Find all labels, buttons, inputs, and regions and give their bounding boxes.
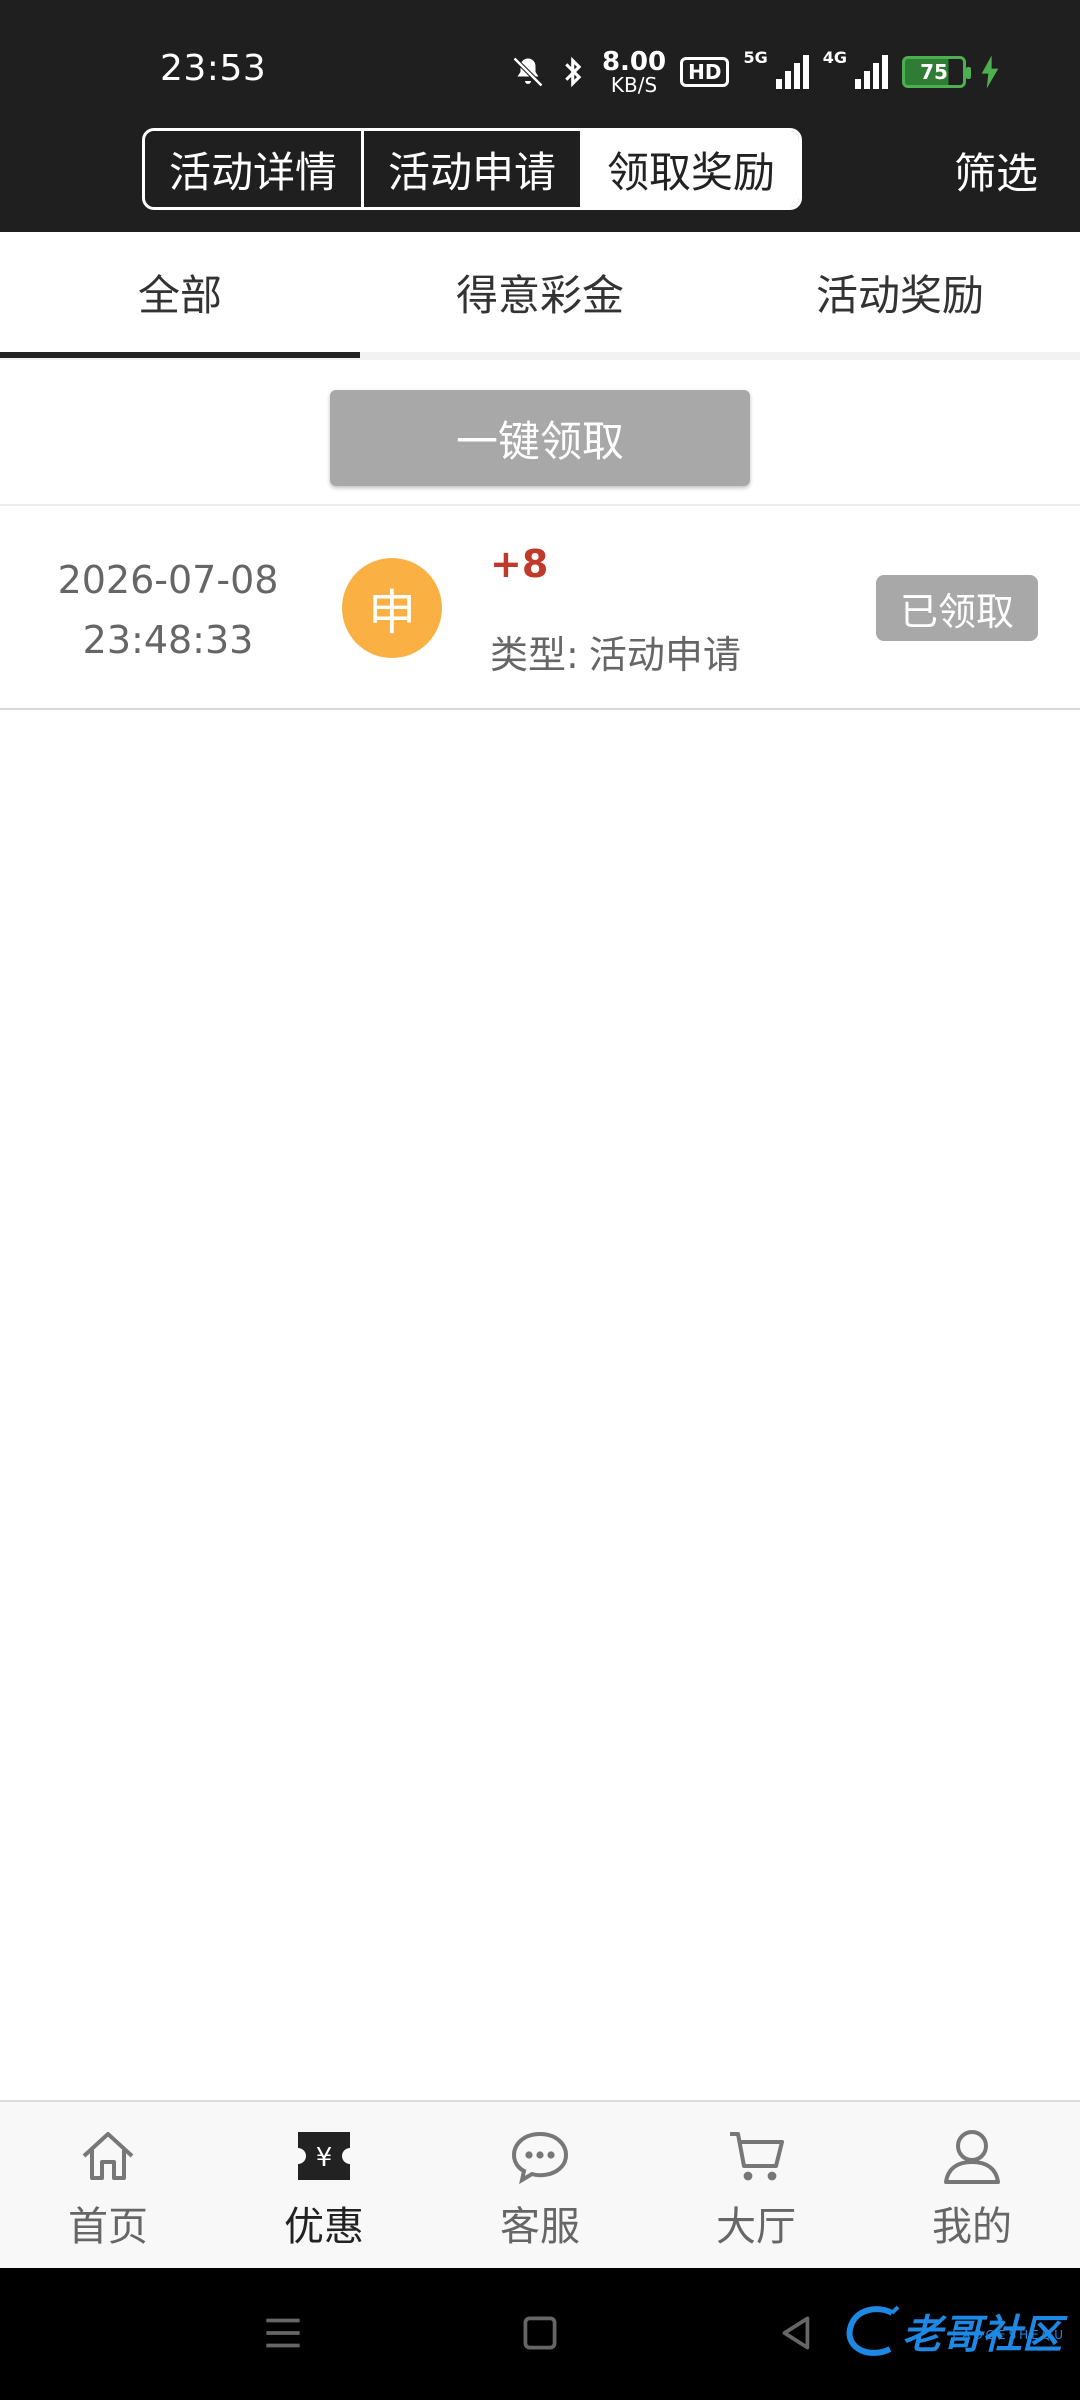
record-amount: +8	[490, 542, 549, 586]
record-type-value: 活动申请	[588, 633, 741, 677]
record-date: 2026-07-08	[57, 558, 279, 602]
coupon-icon: ¥	[298, 2132, 350, 2180]
status-bar: 23:53 8.00 KB/S HD 5G 4G 75	[0, 0, 1080, 120]
charging-icon	[981, 55, 999, 89]
claim-all-button[interactable]: 一键领取	[330, 390, 750, 486]
home-square-icon[interactable]	[515, 2308, 565, 2358]
chat-icon	[511, 2131, 569, 2185]
tab-bonus[interactable]: 得意彩金	[360, 232, 720, 352]
bottom-tab-bar: 首页 ¥ 优惠 客服 大厅 我的	[0, 2100, 1080, 2268]
tab-activity-rewards[interactable]: 活动奖励	[720, 232, 1080, 352]
svg-text:¥: ¥	[316, 2143, 333, 2173]
network-speed: 8.00 KB/S	[601, 47, 667, 97]
tab-lobby[interactable]: 大厅	[648, 2102, 864, 2268]
tab-home-label: 首页	[68, 2204, 148, 2250]
tab-profile[interactable]: 我的	[864, 2102, 1080, 2268]
filter-button[interactable]: 筛选	[954, 140, 1038, 201]
bluetooth-icon	[565, 56, 582, 88]
record-type-label: 类型:	[490, 633, 579, 677]
battery-indicator: 75	[902, 56, 971, 88]
segment-claim-rewards[interactable]: 领取奖励	[583, 131, 799, 207]
tab-promotions[interactable]: ¥ 优惠	[216, 2102, 432, 2268]
record-datetime: 2026-07-08 23:48:33	[40, 550, 296, 670]
hd-indicator: HD	[680, 57, 730, 87]
home-icon	[82, 2132, 134, 2180]
sub-tabs: 全部 得意彩金 活动奖励	[0, 232, 1080, 360]
record-type: 类型: 活动申请	[490, 624, 741, 679]
status-time: 23:53	[160, 48, 267, 89]
tab-profile-label: 我的	[932, 2204, 1012, 2250]
record-time: 23:48:33	[82, 618, 254, 662]
segment-control: 活动详情 活动申请 领取奖励	[142, 128, 802, 210]
network-4g: 4G	[822, 48, 847, 67]
signal-bars-1	[775, 55, 809, 89]
status-icons: 8.00 KB/S HD 5G 4G 75	[510, 48, 1000, 96]
top-header: 23:53 8.00 KB/S HD 5G 4G 75 活动详情 活动申请 领取…	[0, 0, 1080, 232]
tab-all[interactable]: 全部	[0, 232, 360, 358]
watermark-subtext: LAOGESHEQU	[952, 2328, 1066, 2342]
tab-service[interactable]: 客服	[432, 2102, 648, 2268]
mute-bell-icon	[512, 56, 544, 88]
tab-service-label: 客服	[500, 2204, 580, 2250]
network-5g: 5G	[743, 48, 768, 67]
claimed-status-button[interactable]: 已领取	[876, 575, 1038, 641]
record-type-badge: 申	[342, 558, 442, 658]
segment-activity-apply[interactable]: 活动申请	[364, 131, 583, 207]
user-icon	[944, 2130, 1000, 2184]
list-item: 2026-07-08 23:48:33 申 +8 类型: 活动申请 已领取	[0, 506, 1080, 710]
cart-icon	[730, 2132, 784, 2181]
segment-activity-details[interactable]: 活动详情	[145, 131, 364, 207]
signal-bars-2	[855, 55, 888, 89]
tab-home[interactable]: 首页	[0, 2102, 216, 2268]
tab-lobby-label: 大厅	[716, 2204, 796, 2250]
tab-promotions-label: 优惠	[284, 2204, 364, 2250]
system-nav-bar: 老哥社区 LAOGESHEQU	[0, 2268, 1080, 2400]
dragon-logo-icon	[846, 2305, 900, 2356]
menu-icon[interactable]	[258, 2308, 308, 2358]
back-icon[interactable]	[772, 2308, 822, 2358]
